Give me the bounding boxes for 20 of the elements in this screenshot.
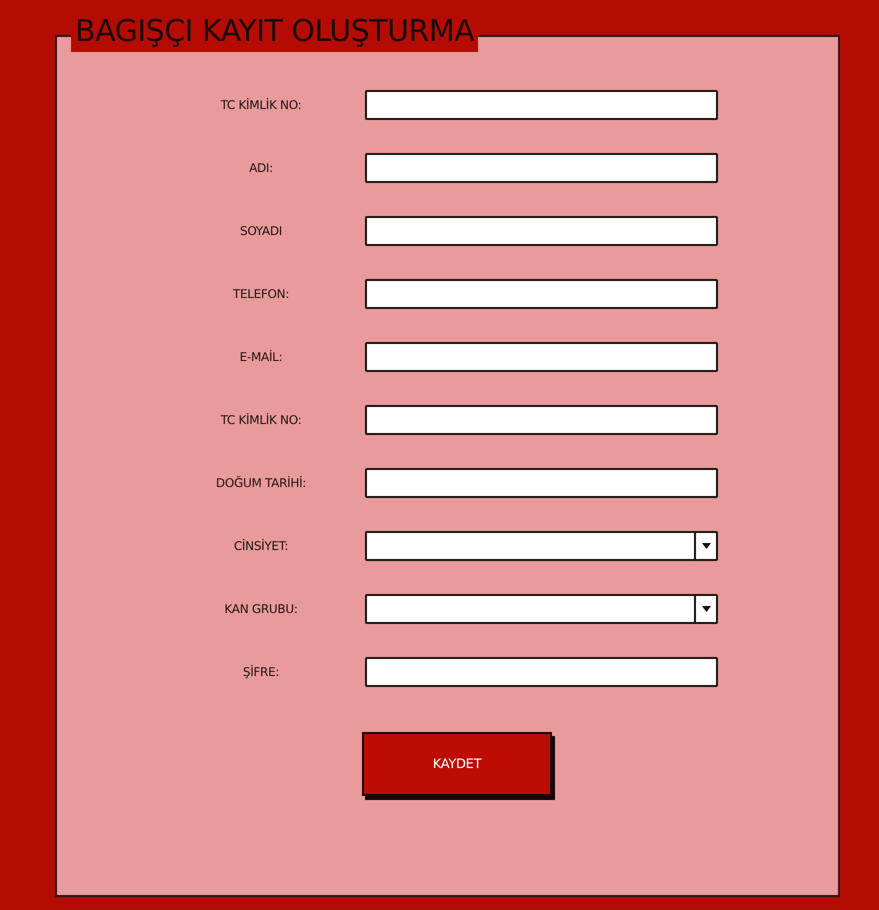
field-label: ADI: xyxy=(249,161,273,175)
field-label: ŞİFRE: xyxy=(242,665,280,679)
input-field[interactable] xyxy=(365,90,718,120)
field-label: SOYADI xyxy=(240,224,282,238)
input-field[interactable] xyxy=(365,468,718,498)
field-label: TC KİMLİK NO: xyxy=(220,98,302,112)
input-field[interactable] xyxy=(365,342,718,372)
input-field[interactable] xyxy=(365,153,718,183)
input-field[interactable] xyxy=(365,405,718,435)
input-field[interactable] xyxy=(365,279,718,309)
field-label: TELEFON: xyxy=(232,287,290,301)
field-label: KAN GRUBU: xyxy=(224,602,298,616)
input-field[interactable] xyxy=(365,216,718,246)
field-label: DOĞUM TARİHİ: xyxy=(216,476,306,490)
field-label: CİNSİYET: xyxy=(234,539,288,553)
field-label: TC KİMLİK NO: xyxy=(220,413,302,427)
field-label: E-MAİL: xyxy=(240,350,282,364)
dropdown-field[interactable] xyxy=(365,531,718,561)
dropdown-field[interactable] xyxy=(365,594,718,624)
input-field[interactable] xyxy=(365,657,718,687)
